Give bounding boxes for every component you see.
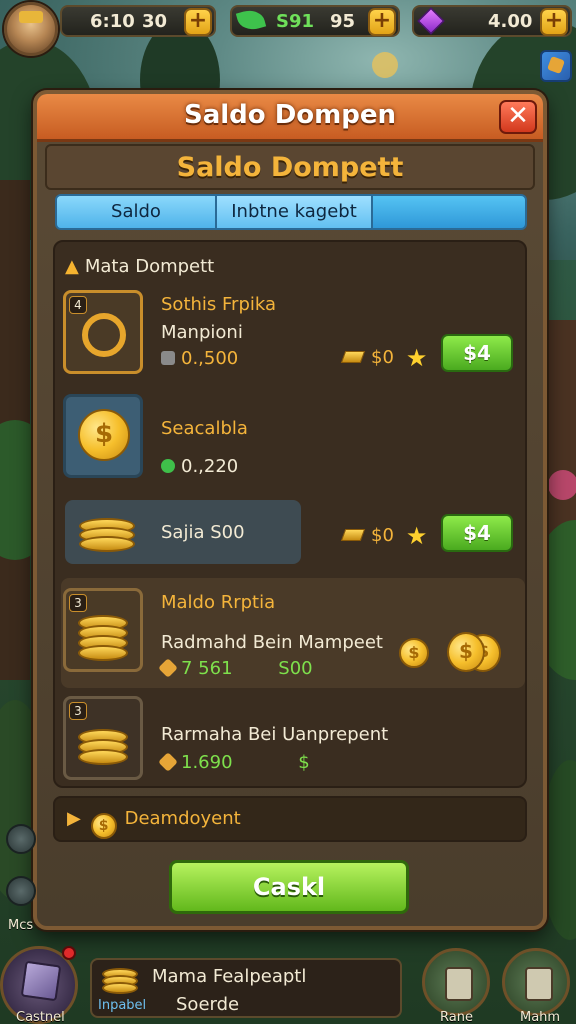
green-gem-icon — [161, 459, 175, 473]
wallet-item[interactable]: 3 Maldo Rrptia Radmahd Bein Mampeet 7 56… — [63, 588, 519, 684]
item-icon-box: 3 — [63, 588, 143, 672]
resource-bar: 6:10 30 + S91 95 + 4.00 + — [0, 0, 576, 82]
star-icon: ★ — [405, 344, 428, 372]
tab-saldo[interactable]: Saldo — [57, 196, 217, 228]
resource-leaves-value2: 95 — [330, 11, 356, 32]
star-icon: ★ — [405, 522, 428, 550]
section-label: ▲ Mata Dompett — [65, 256, 214, 277]
notification-dot — [62, 946, 76, 960]
wallet-item[interactable]: 3 Rarmaha Bei Uanprepent 1.690 $ — [63, 696, 519, 784]
item-badge: 4 — [69, 296, 87, 314]
wallet-item[interactable]: Sajia S00 $0 ★ $4 — [63, 500, 519, 566]
add-gems-button[interactable]: + — [540, 8, 568, 36]
item-title: Maldo Rrptia — [161, 592, 276, 613]
item-price: $0 ★ — [340, 522, 428, 550]
bottom-bar: Castnel Mama Fealpeaptl Inpabel Soerde R… — [0, 940, 576, 1024]
item-icon-box: 4 — [63, 290, 143, 374]
inventory-label: Castnel — [16, 1010, 65, 1024]
item-value: 0.,500 — [161, 348, 238, 369]
gold-gem-icon — [158, 752, 178, 772]
dialog-header: Saldo Dompen ✕ — [37, 94, 543, 142]
coin-icon: $ — [447, 632, 485, 672]
item-value: 1.690 $ — [158, 752, 310, 773]
resource-coins-value: 6:10 — [90, 11, 135, 32]
item-value-text: 1.690 — [181, 752, 233, 773]
item-subtitle: Sajia S00 — [161, 522, 245, 543]
resource-coins-value2: 30 — [142, 11, 168, 32]
item-value-extra: $ — [298, 752, 310, 773]
dialog-subtitle: Saldo Dompett — [176, 152, 404, 183]
info-value: Soerde — [176, 994, 240, 1015]
subheader: Saldo Dompett — [45, 144, 535, 190]
side-map-button[interactable] — [6, 876, 36, 906]
warning-icon: ▲ — [65, 256, 79, 277]
map-scroll-label: Mahm — [520, 1010, 561, 1024]
add-coins-button[interactable]: + — [184, 8, 212, 36]
sun — [372, 52, 398, 78]
coin-icon: $ — [399, 638, 429, 668]
wallet-item[interactable]: 4 Sothis Frpika Manpioni 0.,500 $0 ★ $4 — [63, 288, 519, 376]
item-subtitle: Rarmaha Bei Uanprepent — [161, 724, 389, 745]
wallet-dialog: Saldo Dompen ✕ Saldo Dompett Saldo Inbtn… — [33, 90, 547, 930]
info-small-label: Inpabel — [98, 998, 147, 1013]
wallet-item[interactable]: $ Seacalbla 0.,220 — [63, 394, 519, 482]
tab-bar: Saldo Inbtne kagebt — [55, 194, 527, 230]
resource-leaves-value: S91 — [276, 11, 315, 32]
expandable-label: ▶ $ Deamdoyent — [67, 808, 241, 839]
gold-bar-icon — [340, 529, 366, 541]
resource-pill-gems: 4.00 + — [412, 5, 572, 37]
item-title: Seacalbla — [161, 418, 248, 439]
item-value-text: 7 561 — [181, 658, 233, 679]
notes-label: Rane — [440, 1010, 473, 1024]
expandable-text: Deamdoyent — [124, 808, 241, 829]
item-title: Sothis Frpika — [161, 294, 277, 315]
info-title: Mama Fealpeaptl — [152, 966, 307, 987]
gem-icon — [417, 7, 445, 35]
item-badge: 3 — [69, 594, 87, 612]
buy-button[interactable]: $4 — [441, 514, 513, 552]
flower — [548, 470, 576, 500]
item-icon-box: $ — [63, 394, 143, 478]
player-avatar[interactable] — [4, 2, 58, 56]
primary-action-button[interactable]: Caskl — [169, 860, 409, 914]
tab-inbtne[interactable]: Inbtne kagebt — [217, 196, 373, 228]
item-icon-box: 3 — [63, 696, 143, 780]
resource-pill-coins: 6:10 30 + — [60, 5, 216, 37]
item-value-extra: S00 — [278, 658, 313, 679]
side-label: Mcs — [8, 918, 34, 933]
notes-button[interactable] — [422, 948, 490, 1016]
buy-button[interactable]: $4 — [441, 334, 513, 372]
section-label-text: Mata Dompett — [84, 256, 215, 277]
item-subtitle: Radmahd Bein Mampeet — [161, 632, 383, 653]
item-subtitle: Manpioni — [161, 322, 243, 343]
silver-gem-icon — [161, 351, 175, 365]
info-panel[interactable]: Mama Fealpeaptl Inpabel Soerde — [90, 958, 402, 1018]
add-leaves-button[interactable]: + — [368, 8, 396, 36]
coin-icon: $ — [78, 409, 130, 461]
item-value-text: 0.,220 — [181, 456, 239, 477]
item-value-text: 0.,500 — [181, 348, 239, 369]
gold-bar-icon — [340, 351, 366, 363]
close-button[interactable]: ✕ — [499, 100, 537, 134]
item-badge: 3 — [69, 702, 87, 720]
side-flower-button[interactable] — [6, 824, 36, 854]
item-price-text: $0 — [371, 525, 394, 546]
wallet-panel: ▲ Mata Dompett 4 Sothis Frpika Manpioni 0… — [53, 240, 527, 788]
key-icon — [82, 313, 126, 357]
item-value: 0.,220 — [161, 456, 238, 477]
tab-empty[interactable] — [373, 196, 525, 228]
leaf-icon — [235, 6, 267, 34]
item-value: 7 561 S00 — [158, 658, 313, 679]
map-button[interactable] — [540, 50, 572, 82]
map-scroll-button[interactable] — [502, 948, 570, 1016]
expand-arrow-icon: ▶ — [67, 808, 81, 829]
dialog-title: Saldo Dompen — [184, 100, 396, 130]
gold-gem-icon — [158, 658, 178, 678]
item-price: $0 ★ — [340, 344, 428, 372]
resource-gems-value: 4.00 — [488, 11, 533, 32]
coin-icon: $ — [90, 813, 117, 839]
expandable-section[interactable]: ▶ $ Deamdoyent — [53, 796, 527, 842]
item-price-text: $0 — [371, 347, 394, 368]
resource-pill-leaves: S91 95 + — [230, 5, 400, 37]
